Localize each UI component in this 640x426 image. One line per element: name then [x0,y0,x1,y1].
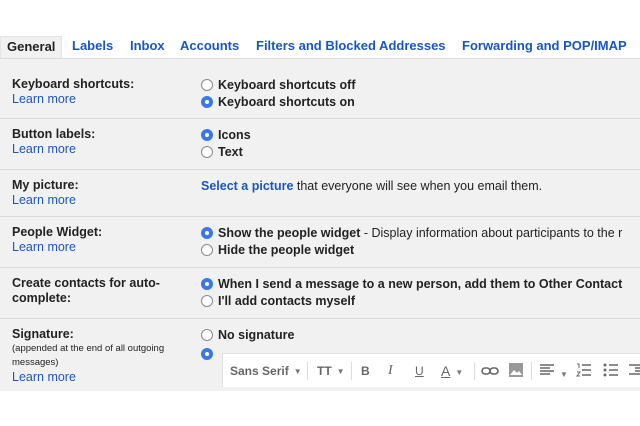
image-icon [509,363,523,377]
option-shortcuts-off[interactable]: Keyboard shortcuts off [201,77,356,94]
signature-editor-toolbar: Sans Serif ▼ TT ▼ B I U A ▼ ▼ [222,353,640,387]
signature-label: Signature: [12,327,74,341]
toolbar-divider [307,362,308,380]
setting-row-my-picture: My picture: Learn more Select a picture … [0,170,640,217]
learn-more-link[interactable]: Learn more [12,193,187,208]
option-label: I'll add contacts myself [218,294,356,308]
option-text[interactable]: Text [201,144,243,161]
radio-custom-signature[interactable] [201,347,213,360]
italic-icon: I [388,363,393,378]
option-hide-people-widget[interactable]: Hide the people widget [201,242,354,259]
learn-more-link[interactable]: Learn more [12,240,187,255]
radio-add-contacts-myself[interactable] [201,294,213,307]
numbered-list-icon [576,363,591,377]
indent-icon [629,364,640,375]
option-label: Hide the people widget [218,243,355,257]
setting-row-keyboard-shortcuts: Keyboard shortcuts: Learn more Keyboard … [0,69,640,119]
numbered-list-button[interactable] [576,362,592,380]
font-size-icon: TT [317,364,332,378]
setting-row-people-widget: People Widget: Learn more Show the peopl… [0,217,640,268]
learn-more-link[interactable]: Learn more [12,92,187,107]
toolbar-divider [351,362,352,380]
insert-image-button[interactable] [508,362,524,380]
radio-no-signature[interactable] [201,328,213,341]
radio-show-people-widget[interactable] [201,226,213,239]
learn-more-link[interactable]: Learn more [12,370,187,385]
option-add-contacts-myself[interactable]: I'll add contacts myself [201,293,355,310]
picture-text: that everyone will see when you email th… [293,179,543,193]
keyboard-shortcuts-label: Keyboard shortcuts: [12,77,135,91]
option-show-people-widget[interactable]: Show the people widget - Display informa… [201,225,622,242]
setting-row-create-contacts: Create contacts for auto-complete: When … [0,268,640,319]
option-label: When I send a message to a new person, a… [218,277,623,291]
chevron-down-icon: ▼ [293,367,302,376]
font-family-label: Sans Serif [230,364,289,378]
tab-labels[interactable]: Labels [72,36,113,58]
setting-label: Button labels: Learn more [12,127,187,157]
toolbar-divider [474,362,475,380]
link-icon [481,367,499,375]
people-widget-label: People Widget: [12,225,103,239]
chevron-down-icon: ▼ [455,368,464,377]
option-no-signature[interactable]: No signature [201,327,294,344]
tab-inbox[interactable]: Inbox [130,36,165,58]
settings-panel: Keyboard shortcuts: Learn more Keyboard … [0,58,640,391]
radio-shortcuts-off[interactable] [201,78,213,91]
option-auto-add-contacts[interactable]: When I send a message to a new person, a… [201,276,622,293]
align-button[interactable]: ▼ [539,362,568,380]
button-labels-label: Button labels: [12,127,96,141]
setting-label: My picture: Learn more [12,178,187,208]
radio-icons[interactable] [201,128,213,141]
bold-icon: B [361,364,370,378]
option-label: Icons [218,128,251,142]
radio-text[interactable] [201,145,213,158]
text-color-button[interactable]: A ▼ [441,362,463,380]
bulleted-list-icon [603,363,618,377]
settings-tabs: General Labels Inbox Accounts Filters an… [0,36,640,58]
radio-shortcuts-on[interactable] [201,95,213,108]
signature-sublabel: (appended at the end of all outgoing mes… [12,343,165,368]
picture-description: Select a picture that everyone will see … [201,178,542,195]
learn-more-link[interactable]: Learn more [12,142,187,157]
setting-label: People Widget: Learn more [12,225,187,255]
font-family-select[interactable]: Sans Serif ▼ [230,362,302,380]
chevron-down-icon: ▼ [336,367,345,376]
option-label: Text [218,145,243,159]
setting-label: Create contacts for auto-complete: [12,276,187,306]
option-shortcuts-on[interactable]: Keyboard shortcuts on [201,94,355,111]
underline-button[interactable]: U [415,362,424,380]
bold-button[interactable]: B [361,362,370,380]
my-picture-label: My picture: [12,178,79,192]
option-custom-signature[interactable] [201,346,218,363]
insert-link-button[interactable] [481,362,499,380]
toolbar-divider [531,362,532,380]
indent-button[interactable] [628,362,640,380]
option-label: No signature [218,328,295,342]
create-contacts-label: Create contacts for auto-complete: [12,276,160,305]
tab-general[interactable]: General [0,36,63,58]
setting-row-button-labels: Button labels: Learn more Icons Text [0,119,640,170]
setting-label: Signature: (appended at the end of all o… [12,327,187,385]
option-description: - Display information about participants… [360,226,623,240]
select-picture-link[interactable]: Select a picture [201,179,293,193]
setting-label: Keyboard shortcuts: Learn more [12,77,187,107]
tab-accounts[interactable]: Accounts [180,36,239,58]
font-size-button[interactable]: TT ▼ [317,362,345,380]
option-label: Keyboard shortcuts on [218,95,355,109]
tab-forwarding[interactable]: Forwarding and POP/IMAP [462,36,627,58]
underline-icon: U [415,364,424,378]
chevron-down-icon: ▼ [560,370,568,379]
radio-hide-people-widget[interactable] [201,243,213,256]
italic-button[interactable]: I [388,362,393,380]
radio-auto-add-contacts[interactable] [201,277,213,290]
option-icons[interactable]: Icons [201,127,251,144]
text-color-icon: A [441,363,451,379]
option-label: Keyboard shortcuts off [218,78,356,92]
align-left-icon [540,364,554,375]
option-label: Show the people widget [218,226,361,240]
tab-filters[interactable]: Filters and Blocked Addresses [256,36,446,58]
bulleted-list-button[interactable] [603,362,619,380]
